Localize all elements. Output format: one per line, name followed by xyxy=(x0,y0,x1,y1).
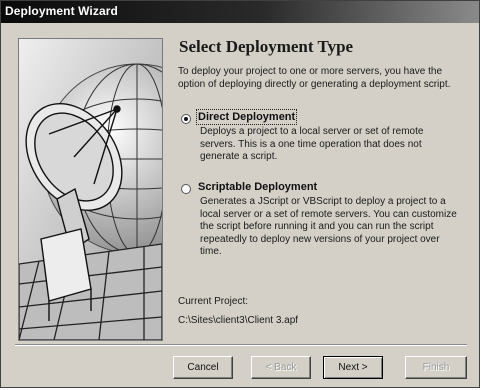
button-separator xyxy=(15,344,467,346)
satellite-dish-icon xyxy=(19,39,162,340)
current-project-label: Current Project: xyxy=(178,296,249,307)
direct-deployment-description: Deploys a project to a local server or s… xyxy=(200,126,424,162)
wizard-window: Deployment Wizard Select Deployment Type… xyxy=(0,0,480,388)
scriptable-deployment-description: Generates a JScript or VBScript to deplo… xyxy=(200,196,457,257)
finish-button[interactable]: Finish xyxy=(405,356,467,379)
title-bar[interactable]: Deployment Wizard xyxy=(1,1,479,23)
next-button[interactable]: Next > xyxy=(323,356,383,379)
window-title: Deployment Wizard xyxy=(5,4,118,18)
scriptable-deployment-label[interactable]: Scriptable Deployment xyxy=(198,181,317,193)
satellite-dish-illustration xyxy=(18,38,163,341)
direct-deployment-radio[interactable] xyxy=(181,114,191,124)
cancel-button[interactable]: Cancel xyxy=(173,356,233,379)
page-title: Select Deployment Type xyxy=(179,37,354,56)
current-project-path: C:\Sites\client3\Client 3.apf xyxy=(178,315,299,326)
scriptable-deployment-radio[interactable] xyxy=(181,184,191,194)
intro-text: To deploy your project to one or more se… xyxy=(178,66,451,90)
back-button[interactable]: < Back xyxy=(251,356,311,379)
direct-deployment-label[interactable]: Direct Deployment xyxy=(195,109,298,125)
